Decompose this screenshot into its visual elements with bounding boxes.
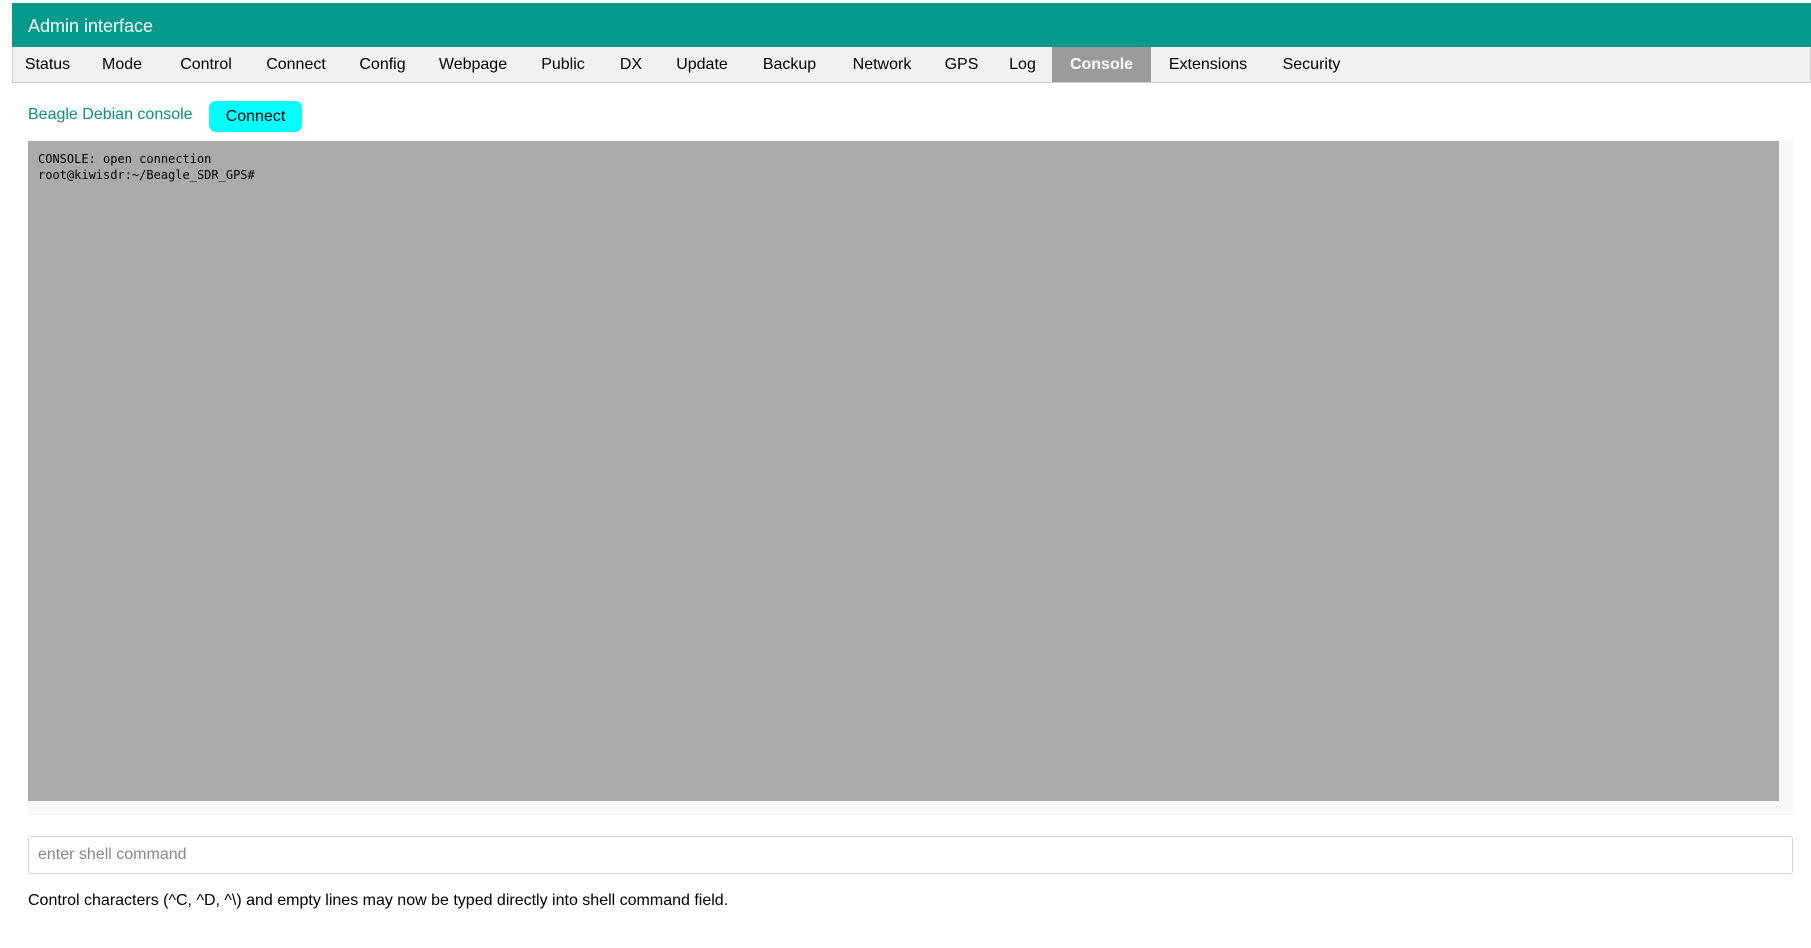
console-label: Beagle Debian console (28, 106, 193, 123)
console-line: CONSOLE: open connection (38, 152, 212, 166)
tab-gps[interactable]: GPS (930, 47, 993, 82)
tab-console[interactable]: Console (1052, 47, 1151, 82)
tab-status[interactable]: Status (13, 47, 82, 82)
page-title: Admin interface (28, 16, 154, 36)
tab-webpage[interactable]: Webpage (423, 47, 523, 82)
tab-connect[interactable]: Connect (250, 47, 342, 82)
shell-command-input[interactable] (28, 836, 1793, 874)
tab-mode[interactable]: Mode (82, 47, 162, 82)
help-text: Control characters (^C, ^D, ^\) and empt… (28, 892, 729, 909)
tab-dx[interactable]: DX (603, 47, 659, 82)
connect-button[interactable]: Connect (209, 101, 302, 132)
console-output[interactable]: CONSOLE: open connection root@kiwisdr:~/… (28, 141, 1779, 801)
tab-network[interactable]: Network (834, 47, 930, 82)
tab-log[interactable]: Log (993, 47, 1052, 82)
admin-header: Admin interface (12, 3, 1811, 47)
tab-control[interactable]: Control (162, 47, 250, 82)
tab-update[interactable]: Update (659, 47, 745, 82)
tab-public[interactable]: Public (523, 47, 603, 82)
console-horizontal-scrollbar[interactable] (28, 801, 1793, 815)
admin-tab-bar: Status Mode Control Connect Config Webpa… (12, 47, 1811, 83)
tab-backup[interactable]: Backup (745, 47, 834, 82)
console-line: root@kiwisdr:~/Beagle_SDR_GPS# (38, 168, 255, 182)
tab-extensions[interactable]: Extensions (1151, 47, 1265, 82)
console-vertical-scrollbar[interactable] (1779, 141, 1793, 801)
admin-page: Admin interface Status Mode Control Conn… (0, 0, 1811, 948)
tab-security[interactable]: Security (1265, 47, 1358, 82)
tab-config[interactable]: Config (342, 47, 423, 82)
